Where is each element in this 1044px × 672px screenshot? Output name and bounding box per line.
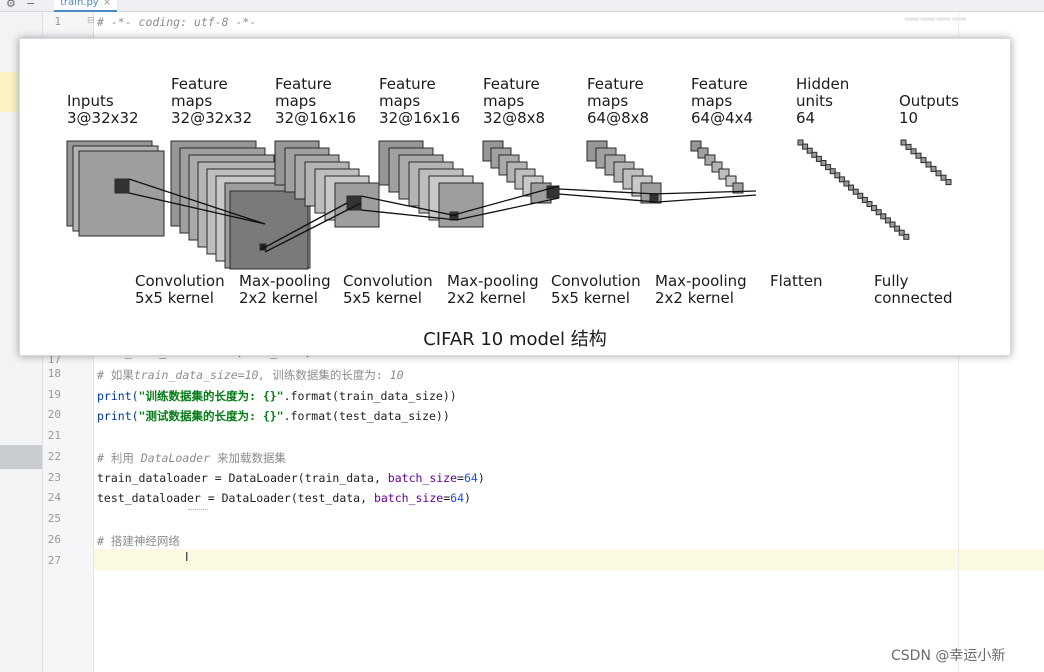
comment: # 利用 xyxy=(97,451,141,465)
comment: train_data_size=10, xyxy=(133,368,266,382)
gear-icon[interactable]: ⚙ xyxy=(6,0,16,10)
editor-tab-bar: ⚙ − train.py × xyxy=(0,0,1044,12)
layer-header: Hidden units 64 xyxy=(796,75,850,127)
output-unit xyxy=(900,139,907,146)
line-number: 1 xyxy=(54,15,61,28)
output-unit xyxy=(930,165,937,172)
operation-label: Max-pooling 2x2 kernel xyxy=(655,272,747,307)
line-number: 26 xyxy=(47,533,61,546)
output-unit xyxy=(920,157,927,164)
code-text: test_dataloader = DataLoader(test_data, xyxy=(97,491,374,505)
comment: 10 xyxy=(389,368,404,382)
layer-header: Feature maps 64@4x4 xyxy=(691,75,754,127)
line-number: 25 xyxy=(47,512,61,525)
kernel-patch xyxy=(649,193,659,203)
output-unit xyxy=(925,161,932,168)
watermark: CSDN @幸运小新 xyxy=(891,648,1006,664)
line-number: 27 xyxy=(47,554,61,567)
operation-label: Convolution 5x5 kernel xyxy=(343,272,433,307)
comment: 训练数据集的长度为: xyxy=(265,368,390,382)
hidden-unit xyxy=(903,233,910,240)
code-text: .format(test_data_size)) xyxy=(283,409,450,423)
keyword-argument: batch_size xyxy=(387,471,458,485)
line-number: 22 xyxy=(47,450,61,463)
operation-label: Max-pooling 2x2 kernel xyxy=(239,272,331,307)
output-unit xyxy=(935,170,942,177)
code-text: ) xyxy=(464,491,471,505)
code-text: train_dataloader = DataLoader(train_data… xyxy=(97,471,388,485)
line-number: 19 xyxy=(47,388,61,401)
output-unit xyxy=(910,148,917,155)
code-line-22[interactable]: # 利用 DataLoader 来加载数据集 xyxy=(97,450,286,466)
text-cursor-icon: I xyxy=(185,550,189,564)
string-literal: "训练数据集的长度为: {}" xyxy=(138,389,284,403)
layer-header: Feature maps 32@8x8 xyxy=(483,75,546,127)
code-line-26[interactable]: # 搭建神经网络 xyxy=(97,533,180,549)
output-unit xyxy=(940,174,947,181)
code-text: = xyxy=(457,471,464,485)
output-unit xyxy=(905,143,912,150)
code-text: .format(train_data_size)) xyxy=(283,389,457,403)
close-icon[interactable]: × xyxy=(103,0,111,8)
layer-header: Inputs 3@32x32 xyxy=(67,92,139,127)
layer-header: Feature maps 64@8x8 xyxy=(587,75,650,127)
figure-caption: CIFAR 10 model 结构 xyxy=(423,329,607,350)
operation-label: Max-pooling 2x2 kernel xyxy=(447,272,539,307)
bookmark-marker xyxy=(0,72,18,112)
feature-map-16x16 xyxy=(438,182,484,228)
layer-header: Feature maps 32@32x32 xyxy=(171,75,253,127)
line-number: 21 xyxy=(47,429,61,442)
output-unit xyxy=(915,152,922,159)
comment: DataLoader xyxy=(140,451,211,465)
code-line-19[interactable]: print("训练数据集的长度为: {}".format(train_data_… xyxy=(97,388,457,404)
kernel-patch xyxy=(114,178,130,194)
line-number: 23 xyxy=(47,471,61,484)
keyword-argument: batch_size xyxy=(373,491,444,505)
operation-label: Convolution 5x5 kernel xyxy=(551,272,641,307)
number-literal: 64 xyxy=(463,471,478,485)
spelling-squiggle xyxy=(188,508,208,510)
code-line-20[interactable]: print("测试数据集的长度为: {}".format(test_data_s… xyxy=(97,408,450,424)
line-number: 20 xyxy=(47,408,61,421)
connection-line xyxy=(657,194,757,203)
builtin-call: print( xyxy=(97,389,139,403)
code-line-1[interactable]: # -*- coding: utf-8 -*- xyxy=(97,15,256,29)
code-line-18[interactable]: # 如果train_data_size=10, 训练数据集的长度为: 10 xyxy=(97,367,404,383)
output-unit xyxy=(945,179,952,186)
kernel-patch xyxy=(346,195,362,211)
layer-header: Feature maps 32@16x16 xyxy=(379,75,461,127)
line-number: 24 xyxy=(47,491,61,504)
tab-train-py[interactable]: train.py × xyxy=(54,0,118,12)
builtin-call: print( xyxy=(97,409,139,423)
minimize-icon[interactable]: − xyxy=(26,0,35,10)
tab-label: train.py xyxy=(60,0,99,8)
code-text: ) xyxy=(477,471,485,485)
line-number: 18 xyxy=(47,367,61,380)
layer-header: Feature maps 32@16x16 xyxy=(275,75,357,127)
string-literal: "测试数据集的长度为: {}" xyxy=(138,409,284,423)
comment: # 如果 xyxy=(97,368,134,382)
operation-label: Flatten xyxy=(770,272,823,290)
code-line-23[interactable]: train_dataloader = DataLoader(train_data… xyxy=(97,471,485,485)
layer-header: Outputs 10 xyxy=(899,92,959,127)
operation-label: Fully connected xyxy=(874,272,953,307)
fold-icon[interactable]: ⊟ xyxy=(87,16,95,26)
cnn-architecture-figure: Inputs 3@32x32 Feature maps 32@32x32 Fea… xyxy=(19,38,1011,356)
scroll-position-marker[interactable] xyxy=(0,445,42,469)
number-literal: 64 xyxy=(450,491,464,505)
comment: 来加载数据集 xyxy=(210,451,286,465)
operation-label: Convolution 5x5 kernel xyxy=(135,272,225,307)
code-line-24[interactable]: test_dataloader = DataLoader(test_data, … xyxy=(97,491,471,505)
